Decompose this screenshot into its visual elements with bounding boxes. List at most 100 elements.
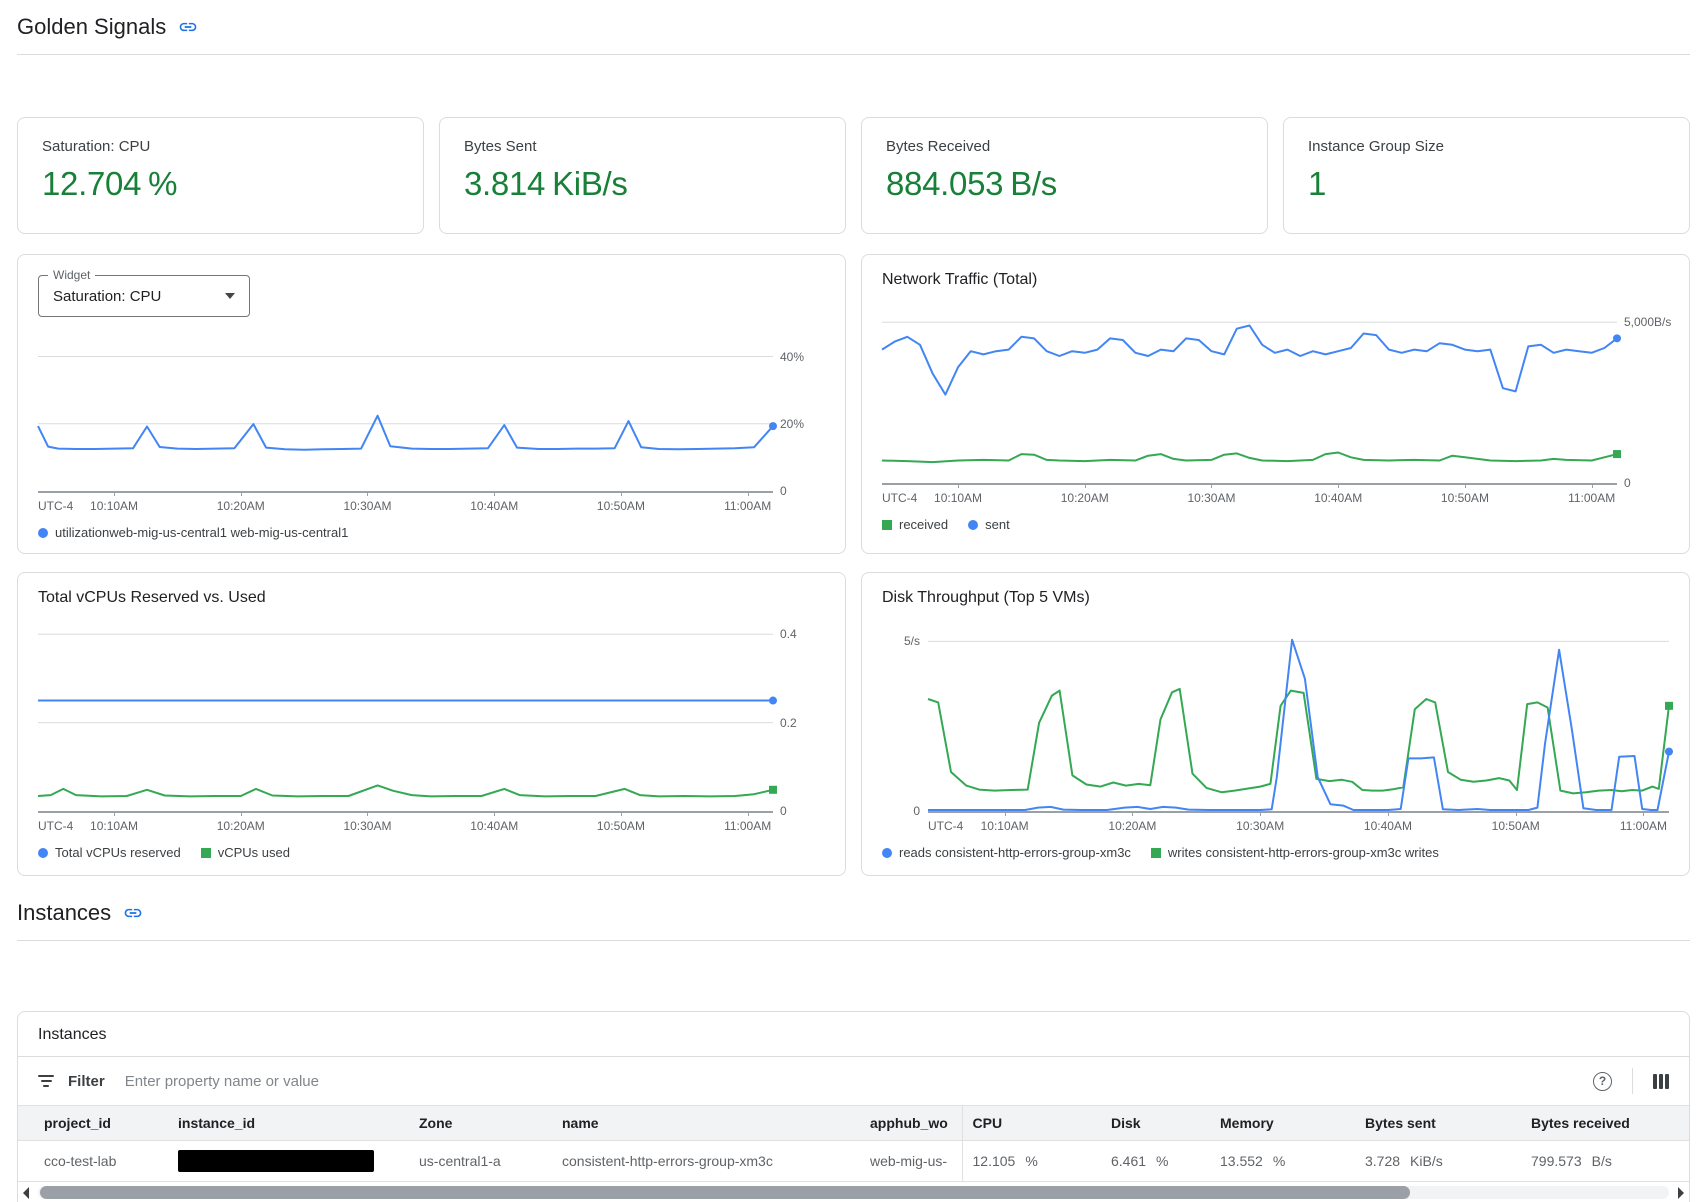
x-axis-timezone: UTC-4 (882, 491, 917, 505)
scrollbar-thumb[interactable] (40, 1186, 1410, 1199)
end-marker-circle (1665, 748, 1673, 756)
col-project-id[interactable]: project_id (18, 1106, 168, 1141)
plot-column: UTC-4 10:10AM 10:20AM 10:30AM 10:40AM 10:50AM… (882, 303, 1617, 509)
col-instance-id[interactable]: instance_id (168, 1106, 409, 1141)
chart-svg (38, 333, 773, 491)
scorecard-value: 12.704% (42, 165, 399, 203)
square-marker-icon (882, 520, 892, 530)
x-tick-mark (748, 491, 749, 496)
x-tick-label: 10:30AM (1187, 491, 1235, 505)
col-disk[interactable]: Disk (1101, 1106, 1210, 1141)
network-traffic-chart: UTC-4 10:10AM 10:20AM 10:30AM 10:40AM 10:50AM… (882, 303, 1669, 532)
chart-line-utilization (38, 416, 773, 450)
x-tick-label: 10:20AM (1061, 491, 1109, 505)
scorecard-value: 3.814KiB/s (464, 165, 821, 203)
chart-body: UTC-410:10AM10:20AM10:30AM10:40AM10:50AM… (38, 333, 825, 517)
col-bytes-received[interactable]: Bytes received (1521, 1106, 1689, 1141)
x-tick-mark (1085, 483, 1086, 488)
scorecard-value: 1 (1308, 165, 1665, 203)
value: 6.461 (1111, 1153, 1146, 1169)
scorecard-label: Bytes Received (886, 138, 1243, 155)
legend-item: received (882, 517, 948, 532)
filter-input[interactable] (123, 1072, 1573, 1091)
chart-legend: receivedsent (882, 517, 1669, 532)
link-icon[interactable] (123, 903, 143, 923)
y-axis-label: 40% (780, 350, 804, 364)
x-tick-mark (1592, 483, 1593, 488)
column-display-icon[interactable] (1653, 1074, 1669, 1089)
square-marker-icon (201, 848, 211, 858)
chart-line-writes (928, 689, 1669, 794)
dashboard-page: Golden Signals Saturation: CPU 12.704% B… (0, 0, 1707, 1202)
circle-marker-icon (38, 528, 48, 538)
link-icon[interactable] (178, 17, 198, 37)
x-tick-label: 11:00AM (724, 499, 771, 513)
x-axis-timezone: UTC-4 (928, 819, 963, 833)
x-tick-mark (1338, 483, 1339, 488)
table-header-row: project_id instance_id Zone name apphub_… (18, 1106, 1689, 1141)
widget-select-wrap: Widget Saturation: CPU (38, 275, 250, 317)
x-tick-mark (494, 811, 495, 816)
x-tick-label: 11:00AM (1620, 819, 1667, 833)
x-axis-timezone: UTC-4 (38, 819, 73, 833)
scorecard-instance-group-size: Instance Group Size 1 (1283, 117, 1690, 234)
x-tick-mark (1643, 811, 1644, 816)
vcpus-chart: UTC-410:10AM10:20AM10:30AM10:40AM10:50AM… (38, 621, 825, 860)
plot-column: UTC-410:10AM10:20AM10:30AM10:40AM10:50AM… (38, 621, 773, 837)
section-title-instances: Instances (17, 900, 111, 926)
col-bytes-sent[interactable]: Bytes sent (1355, 1106, 1521, 1141)
vcpus-chart-card: Total vCPUs Reserved vs. Used UTC-410:10… (17, 572, 846, 876)
value: 3.728 (1365, 1153, 1400, 1169)
x-tick-label: 10:10AM (934, 491, 982, 505)
x-axis: UTC-410:10AM10:20AM10:30AM10:40AM10:50AM… (928, 811, 1669, 837)
circle-marker-icon (38, 848, 48, 858)
scorecard-bytes-sent: Bytes Sent 3.814KiB/s (439, 117, 846, 234)
x-tick-label: 10:20AM (217, 819, 265, 833)
scroll-right-icon[interactable] (1678, 1187, 1684, 1199)
instances-header: Instances (17, 900, 1690, 926)
col-memory[interactable]: Memory (1210, 1106, 1355, 1141)
scorecard-label: Bytes Sent (464, 138, 821, 155)
section-divider (17, 940, 1690, 941)
x-axis: UTC-410:10AM10:20AM10:30AM10:40AM10:50AM… (38, 491, 773, 517)
chart-body: UTC-410:10AM10:20AM10:30AM10:40AM10:50AM… (38, 621, 825, 837)
saturation-cpu-chart-card: Widget Saturation: CPU UTC-410:10AM10:20… (17, 254, 846, 554)
divider (1632, 1068, 1633, 1094)
end-marker-square (1665, 702, 1673, 710)
x-tick-label: 11:00AM (1568, 491, 1615, 505)
section-divider (17, 54, 1690, 55)
col-apphub-workload[interactable]: apphub_wo (860, 1106, 962, 1141)
instances-table: project_id instance_id Zone name apphub_… (18, 1105, 1689, 1182)
x-tick-label: 10:50AM (1441, 491, 1489, 505)
col-name[interactable]: name (552, 1106, 860, 1141)
charts-row-1: Widget Saturation: CPU UTC-4 10:10AM 10:20… (17, 254, 1690, 554)
col-cpu[interactable]: CPU (962, 1106, 1101, 1141)
legend-label: received (899, 517, 948, 532)
legend-item: Total vCPUs reserved (38, 845, 181, 860)
y-axis-label: 20% (780, 417, 804, 431)
table-row[interactable]: cco-test-lab us-central1-a consistent-ht… (18, 1141, 1689, 1182)
legend-label: writes consistent-http-errors-group-xm3c… (1168, 845, 1439, 860)
x-tick-mark (958, 483, 959, 488)
chart-svg (38, 621, 773, 811)
plot-column: UTC-410:10AM10:20AM10:30AM10:40AM10:50AM… (38, 333, 773, 517)
chart-legend: utilizationweb-mig-us-central1 web-mig-u… (38, 525, 825, 540)
filter-label: Filter (68, 1073, 105, 1090)
chart-title: Total vCPUs Reserved vs. Used (38, 589, 825, 607)
col-zone[interactable]: Zone (409, 1106, 552, 1141)
x-tick-label: 10:10AM (981, 819, 1029, 833)
x-tick-mark (241, 491, 242, 496)
x-tick-mark (1516, 811, 1517, 816)
x-tick-label: 10:50AM (597, 819, 645, 833)
unit: B/s (1592, 1153, 1612, 1169)
scroll-left-icon[interactable] (23, 1187, 29, 1199)
scorecard-label: Saturation: CPU (42, 138, 399, 155)
x-tick-label: 10:40AM (1364, 819, 1412, 833)
legend-label: Total vCPUs reserved (55, 845, 181, 860)
chart-title: Network Traffic (Total) (882, 271, 1669, 289)
help-icon[interactable]: ? (1593, 1072, 1612, 1091)
plot-column: UTC-410:10AM10:20AM10:30AM10:40AM10:50AM… (928, 621, 1669, 837)
x-tick-mark (367, 491, 368, 496)
unit: % (1025, 1153, 1037, 1169)
x-tick-label: 10:40AM (1314, 491, 1362, 505)
